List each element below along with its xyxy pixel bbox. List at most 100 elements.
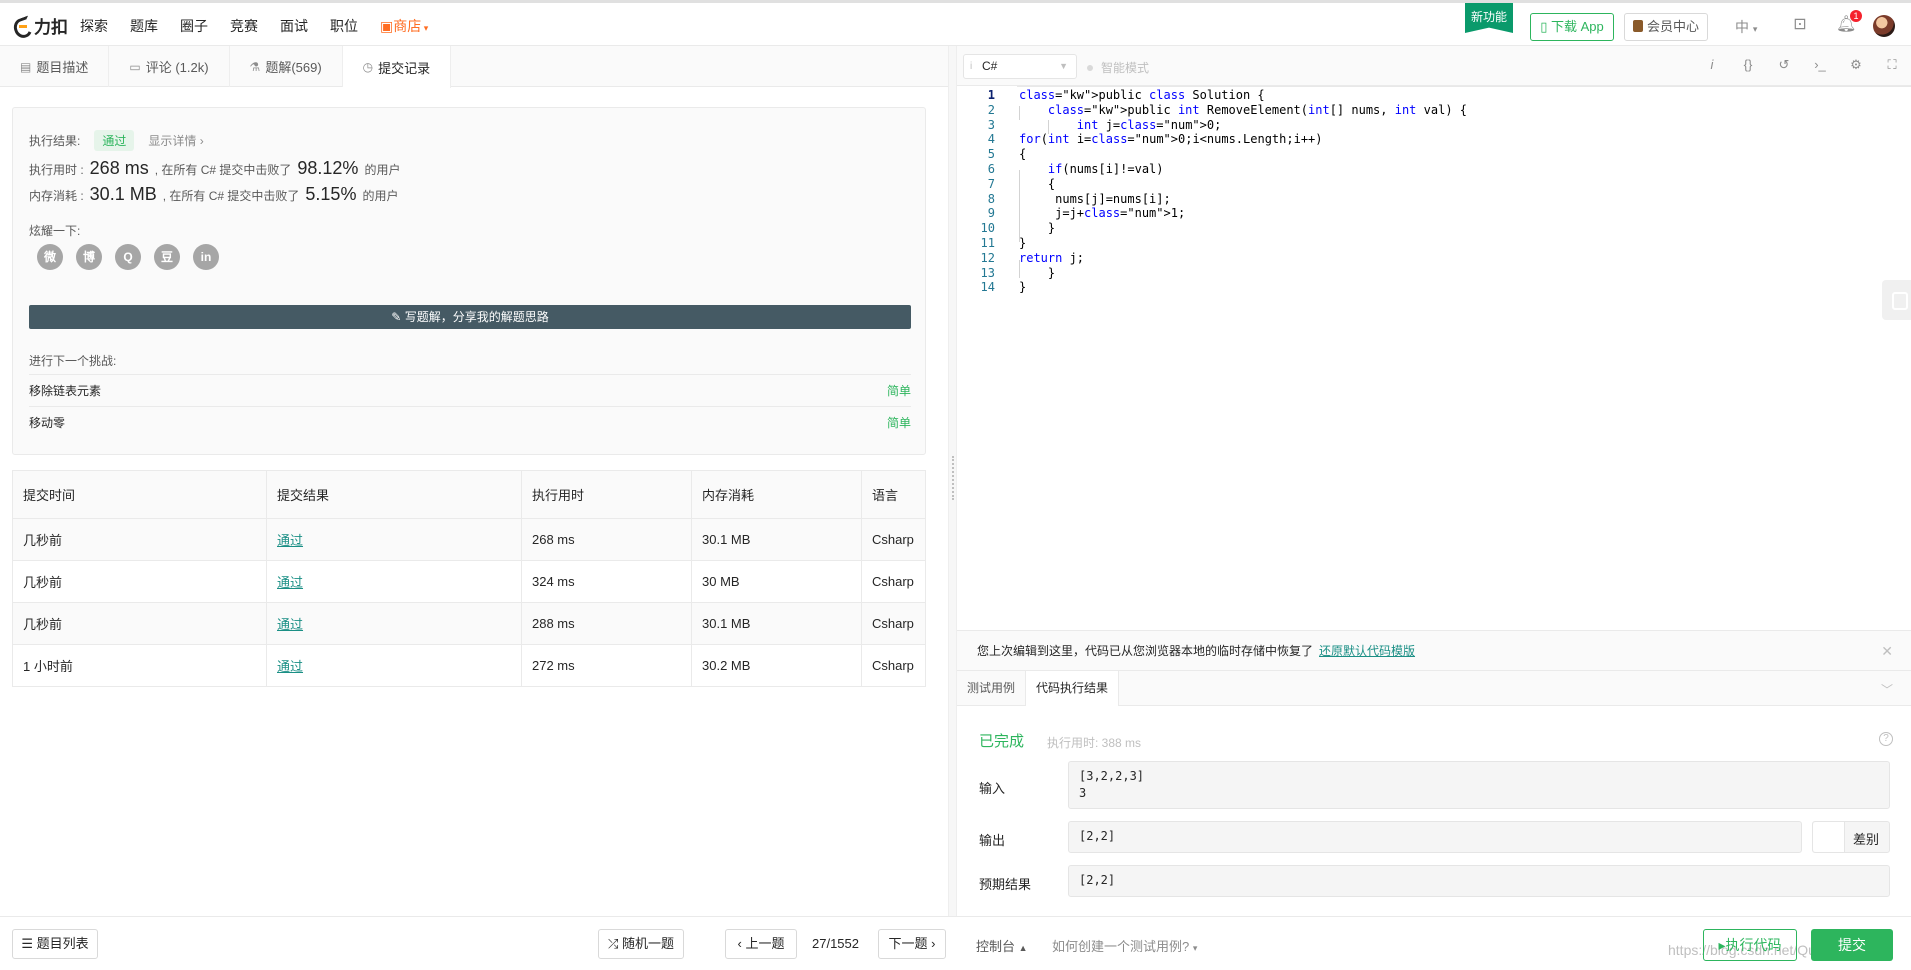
- playground-icon[interactable]: ⊡: [1790, 16, 1810, 34]
- main-nav: 探索 题库 圈子 竞赛 面试 职位 ▣商店 ▾: [80, 16, 428, 36]
- nav-link-circle[interactable]: 圈子: [180, 16, 208, 36]
- fullscreen-icon[interactable]: ⛶: [1885, 57, 1899, 73]
- table-header-row: 提交时间 提交结果 执行用时 内存消耗 语言: [12, 470, 926, 519]
- logo-text: 力扣: [34, 18, 68, 37]
- line-number: 14: [980, 280, 995, 295]
- language-cell: Csharp: [861, 518, 926, 561]
- settings-icon[interactable]: ⚙: [1849, 57, 1863, 73]
- download-app-button[interactable]: ▯ 下载 App: [1530, 13, 1614, 41]
- linkedin-icon[interactable]: in: [193, 244, 219, 270]
- result-cell: 通过: [266, 518, 522, 561]
- avatar[interactable]: [1873, 15, 1895, 37]
- side-panel-tab[interactable]: [1882, 280, 1911, 320]
- challenge-item[interactable]: 移除链表元素 简单: [29, 374, 911, 406]
- chevron-right-icon: ›: [927, 936, 936, 951]
- expected-value: [2,2]: [1068, 865, 1890, 897]
- tab-testcase[interactable]: 测试用例: [957, 671, 1025, 706]
- diff-checkbox[interactable]: [1813, 822, 1845, 852]
- next-challenge-label: 进行下一个挑战:: [29, 354, 117, 368]
- leetcode-logo[interactable]: 力扣: [12, 13, 68, 38]
- nav-link-problems[interactable]: 题库: [130, 16, 158, 36]
- weibo-icon[interactable]: 博: [76, 244, 102, 270]
- selected-language: C#: [982, 59, 998, 73]
- run-code-label: 执行代码: [1725, 937, 1782, 953]
- chevron-down-icon[interactable]: ﹀: [1881, 681, 1893, 698]
- column-header: 提交结果: [266, 470, 522, 519]
- how-to-test-link[interactable]: 如何创建一个测试用例? ▾: [1052, 936, 1197, 955]
- nav-link-shop[interactable]: ▣商店 ▾: [380, 16, 428, 36]
- help-icon[interactable]: ?: [1879, 732, 1893, 746]
- panel-resize-handle[interactable]: [948, 46, 957, 916]
- tab-description[interactable]: ▤ 题目描述: [0, 46, 110, 87]
- editor-actions: i {} ↺ ›_ ⚙ ⛶: [1705, 57, 1899, 73]
- chevron-down-icon: ▾: [1752, 24, 1758, 34]
- nav-link-jobs[interactable]: 职位: [330, 16, 358, 36]
- tab-solutions[interactable]: ⚗ 题解(569): [230, 46, 343, 87]
- challenge-name: 移除链表元素: [29, 384, 102, 398]
- comment-icon: ▭: [129, 59, 141, 74]
- language-switch[interactable]: 中 ▾: [1735, 17, 1757, 37]
- console-tabs: 测试用例 代码执行结果 ﹀: [957, 670, 1911, 707]
- tab-run-result[interactable]: 代码执行结果: [1025, 671, 1120, 707]
- diff-toggle[interactable]: 差别: [1812, 821, 1890, 853]
- doc-icon: ▤: [20, 59, 32, 74]
- info-icon[interactable]: i: [1705, 57, 1719, 73]
- chevron-down-icon: ▾: [421, 23, 429, 33]
- language-select[interactable]: i C# ▼: [963, 54, 1077, 79]
- memory-row: 内存消耗 : 30.1 MB , 在所有 C# 提交中击败了 5.15% 的用户: [29, 184, 398, 205]
- tab-submissions[interactable]: ◷ 提交记录: [342, 46, 452, 88]
- diff-label: 差别: [1853, 832, 1880, 847]
- bottom-bar: ☰ 题目列表 ⤮ 随机一题 ‹ 上一题 27/1552 下一题 › 控制台 ▲ …: [0, 916, 1911, 970]
- random-label: 随机一题: [622, 936, 675, 951]
- runtime-percent: 98.12%: [297, 158, 359, 178]
- code-text: }: [1019, 280, 1027, 295]
- result-link[interactable]: 通过: [277, 533, 303, 548]
- table-row: 几秒前 通过 268 ms 30.1 MB Csharp: [12, 518, 926, 561]
- random-problem-button[interactable]: ⤮ 随机一题: [598, 929, 684, 959]
- run-code-button[interactable]: ▸执行代码: [1703, 929, 1797, 961]
- phone-icon: ▯: [1540, 19, 1551, 34]
- wechat-icon[interactable]: 微: [37, 244, 63, 270]
- submit-button[interactable]: 提交: [1811, 929, 1893, 961]
- tab-label: 题解(569): [265, 60, 322, 75]
- table-row: 几秒前 通过 288 ms 30.1 MB Csharp: [12, 602, 926, 645]
- reset-icon[interactable]: ↺: [1777, 57, 1791, 73]
- challenge-item[interactable]: 移动零 简单: [29, 406, 911, 438]
- smart-mode-toggle[interactable]: 智能模式: [1087, 59, 1149, 76]
- new-feature-ribbon[interactable]: 新功能: [1465, 3, 1513, 33]
- result-link[interactable]: 通过: [277, 659, 303, 674]
- top-navbar: 力扣 探索 题库 圈子 竞赛 面试 职位 ▣商店 ▾ 新功能 ▯ 下载 App …: [0, 0, 1911, 46]
- result-link[interactable]: 通过: [277, 575, 303, 590]
- nav-link-interview[interactable]: 面试: [280, 16, 308, 36]
- prev-problem-button[interactable]: ‹ 上一题: [725, 929, 797, 959]
- show-details-link[interactable]: 显示详情 ›: [148, 132, 203, 149]
- shuffle-icon: ⤮: [607, 936, 622, 951]
- restore-text: 您上次编辑到这里，代码已从您浏览器本地的临时存储中恢复了: [977, 644, 1314, 658]
- close-icon[interactable]: ✕: [1881, 631, 1893, 671]
- douban-icon[interactable]: 豆: [154, 244, 180, 270]
- memory-label: 内存消耗 :: [29, 189, 84, 203]
- terminal-icon[interactable]: ›_: [1813, 57, 1827, 73]
- result-link[interactable]: 通过: [277, 617, 303, 632]
- submissions-table: 提交时间 提交结果 执行用时 内存消耗 语言 几秒前 通过 268 ms 30.…: [12, 470, 926, 687]
- nav-link-contest[interactable]: 竞赛: [230, 16, 258, 36]
- qq-icon[interactable]: Q: [115, 244, 141, 270]
- how-to-test-label: 如何创建一个测试用例?: [1052, 939, 1190, 954]
- member-center-button[interactable]: 会员中心: [1624, 13, 1708, 41]
- write-solution-button[interactable]: ✎ 写题解，分享我的解题思路: [29, 305, 911, 329]
- tab-comments[interactable]: ▭ 评论 (1.2k): [109, 46, 230, 87]
- share-buttons: 微 博 Q 豆 in: [37, 244, 219, 270]
- memory-cell: 30.2 MB: [691, 644, 862, 687]
- braces-icon[interactable]: {}: [1741, 57, 1755, 73]
- language-cell: Csharp: [861, 602, 926, 645]
- nav-link-explore[interactable]: 探索: [80, 16, 108, 36]
- problem-list-button[interactable]: ☰ 题目列表: [12, 929, 98, 959]
- column-header: 执行用时: [521, 470, 692, 519]
- runtime-cell: 288 ms: [521, 602, 692, 645]
- runtime-value: 268 ms: [89, 158, 149, 178]
- restore-default-link[interactable]: 还原默认代码模版: [1319, 644, 1415, 658]
- console-toggle[interactable]: 控制台 ▲: [976, 936, 1028, 955]
- code-editor[interactable]: 1 class="kw">public class Solution {2 cla…: [957, 86, 1911, 629]
- next-problem-button[interactable]: 下一题 ›: [878, 929, 946, 959]
- bell-icon[interactable]: 🔔︎ 1: [1836, 10, 1862, 34]
